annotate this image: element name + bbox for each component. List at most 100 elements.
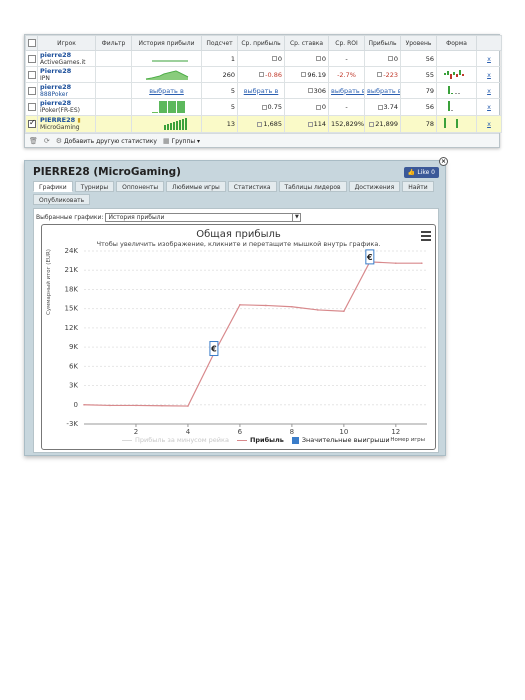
player-name[interactable]: pierre28 [40,100,93,107]
profit-point [135,404,137,407]
row-checkbox[interactable] [25,82,38,99]
profit-point [343,310,345,313]
profit-point [265,304,267,307]
profit-chart[interactable]: 24K 21K 18K 15K 12K 9K 6K 3K 0 -3K 2 4 6 8 10 12 € € [42,225,437,451]
history-cell [131,98,202,116]
row-checkbox[interactable] [25,50,38,67]
player-name[interactable]: Pierre28 [40,68,93,75]
player-cell[interactable]: Pierre28 IPN [37,66,96,83]
y-tick-label: 6K [69,362,78,370]
col-level[interactable]: Уровень [400,35,437,51]
profit-cell: -223 [364,66,401,83]
refresh-icon[interactable]: ⟳ [44,137,50,145]
avg-stake-cell: 0 [284,98,329,116]
col-player[interactable]: Игрок [37,35,96,51]
chart-container[interactable]: Общая прибыль Чтобы увеличить изображени… [41,224,436,450]
y-tick-label: 18K [65,285,79,293]
profit-point [187,405,189,407]
col-filter[interactable]: Фильтр [95,35,132,51]
table-row: pierre28 888Poker выбрать в 5 выбрать в 3… [25,82,502,99]
remove-link[interactable]: x [476,82,502,99]
y-tick-label: 21K [65,266,79,274]
tab-leaderboards[interactable]: Таблицы лидеров [278,181,347,192]
col-form[interactable]: Форма [436,35,477,51]
col-history[interactable]: История прибыли [131,35,202,51]
table-header: Игрок Фильтр История прибыли Подсчет Ср.… [25,35,502,51]
panel-tabs: Графики Турниры Оппоненты Любимые игры С… [33,181,439,205]
player-cell[interactable]: pierre28 iPoker(FR-ES) [37,98,96,116]
select-all-checkbox[interactable] [25,35,38,51]
x-axis-title: Номер игры [390,437,425,443]
lock-icon: ▮ [77,117,81,124]
col-count[interactable]: Подсчет [201,35,238,51]
player-site: IPN [40,74,50,82]
remove-link[interactable]: x [476,98,502,116]
player-name[interactable]: pierre28 [40,84,93,91]
x-tick-label: 6 [238,428,243,436]
sparkline [151,60,188,61]
player-cell[interactable]: pierre28 ActiveGames.it [37,50,96,67]
form-bars [443,118,458,128]
level-cell: 78 [400,115,437,133]
legend-item-rake[interactable]: Прибыль за минусом рейка [122,436,229,444]
player-site: 888Poker [40,90,68,98]
y-tick-label: 0 [74,401,78,409]
row-checkbox[interactable] [25,98,38,116]
roi-cell[interactable]: выбрать в [328,82,365,99]
count-cell: 13 [201,115,238,133]
groups-icon: ▦ [162,136,170,145]
tab-opponents[interactable]: Оппоненты [116,181,165,192]
history-cell[interactable]: выбрать в [131,82,202,99]
tab-favorite-games[interactable]: Любимые игры [166,181,226,192]
facebook-like-button[interactable]: 👍 Like 0 [403,167,439,178]
trash-icon[interactable]: 🗑 [29,137,38,145]
legend-item-big-wins[interactable]: Значительные выигрыши [291,436,390,444]
tab-charts[interactable]: Графики [33,181,73,192]
legend-item-profit[interactable]: Прибыль [236,436,284,444]
form-bars [447,101,453,111]
chart-selector-label: Выбранные графики: [36,214,104,221]
big-win-flag-label: € [366,253,373,262]
player-cell[interactable]: PIERRE28 ▮ MicroGaming [37,115,96,133]
roi-cell: -2.7% [328,66,365,83]
history-cell [131,115,202,133]
tab-find[interactable]: Найти [402,181,434,192]
history-cell [131,50,202,67]
tab-statistics[interactable]: Статистика [227,181,277,192]
roi-cell: - [328,98,365,116]
tab-tournaments[interactable]: Турниры [74,181,115,192]
avg-profit-cell[interactable]: выбрать в [237,82,285,99]
remove-link[interactable]: x [476,50,502,67]
close-icon[interactable]: × [439,157,448,166]
player-cell[interactable]: pierre28 888Poker [37,82,96,99]
panel-title: PIERRE28 (MicroGaming) [33,166,181,178]
gear-icon: ⚙ [55,136,63,145]
tab-publish[interactable]: Опубликовать [33,194,91,205]
chart-selector-dropdown[interactable]: История прибыли ▼ [105,213,302,222]
player-name[interactable]: pierre28 [40,52,93,59]
big-win-flag-label: € [210,345,217,354]
tab-achievements[interactable]: Достижения [348,181,401,192]
remove-link[interactable]: x [476,115,502,133]
player-name[interactable]: PIERRE28 ▮ [40,117,93,125]
profit-cell: 3.74 [364,98,401,116]
col-roi[interactable]: Ср. ROI [328,35,365,51]
panel-body: Выбранные графики: История прибыли ▼ Общ… [33,208,439,453]
history-cell [131,66,202,83]
count-cell: 260 [201,66,238,83]
profit-cell[interactable]: выбрать в [364,82,401,99]
add-stat-button[interactable]: ⚙ Добавить другую статистику [56,137,157,145]
filter-cell [95,66,132,83]
table-toolbar: 🗑 ⟳ ⚙ Добавить другую статистику ▦ Групп… [25,133,499,147]
col-avg-profit[interactable]: Ср. прибыль [237,35,285,51]
profit-point [395,262,397,264]
players-table: Игрок Фильтр История прибыли Подсчет Ср.… [25,35,502,133]
row-checkbox[interactable] [25,115,38,133]
choose-link: выбрать в [149,86,184,95]
avg-stake-cell: 114 [284,115,329,133]
groups-button[interactable]: ▦ Группы ▾ [163,137,200,145]
col-profit[interactable]: Прибыль [364,35,401,51]
row-checkbox[interactable] [25,66,38,83]
col-avg-stake[interactable]: Ср. ставка [284,35,329,51]
remove-link[interactable]: x [476,66,502,83]
